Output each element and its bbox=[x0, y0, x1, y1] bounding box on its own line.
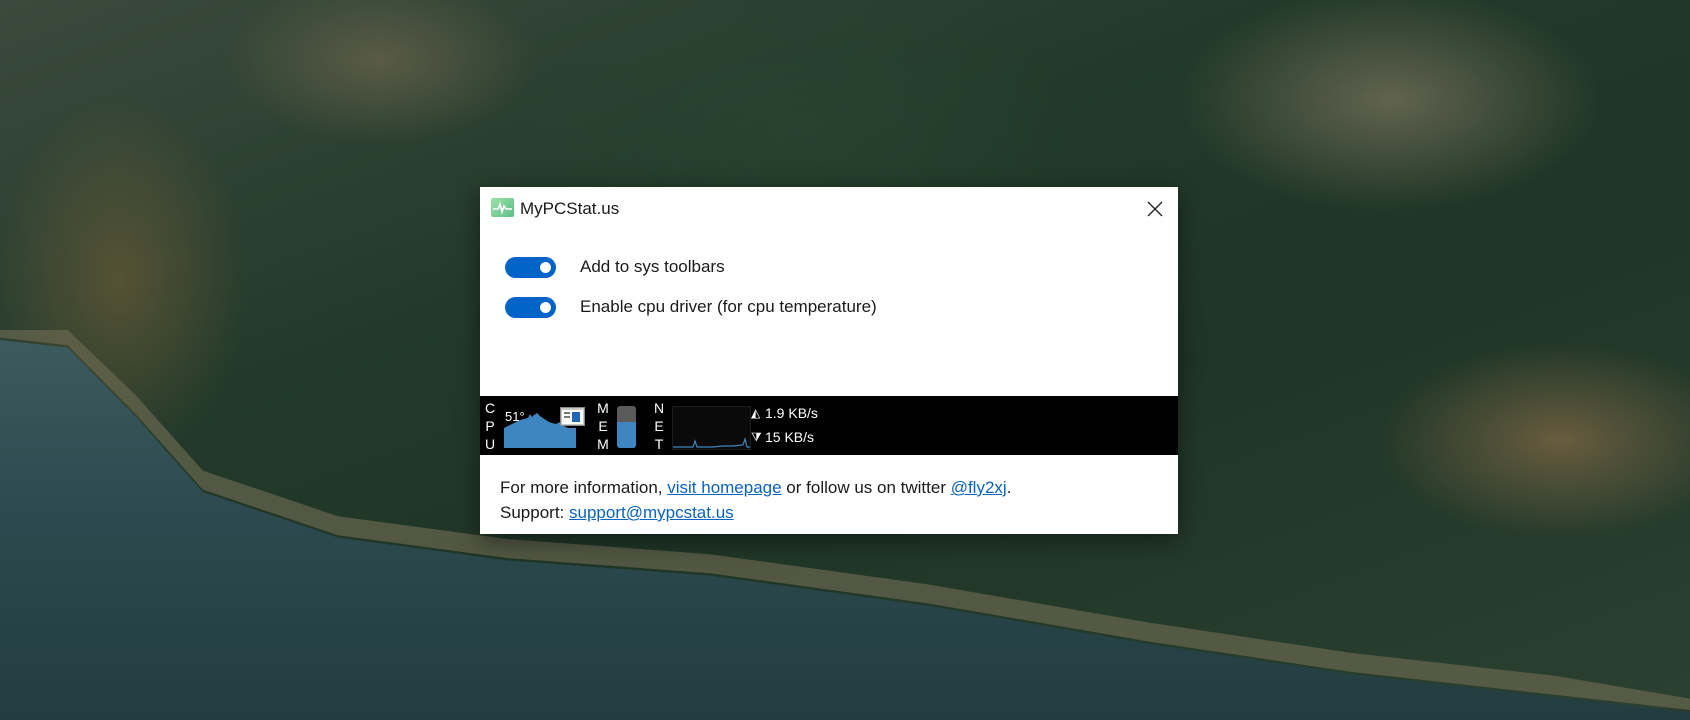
mem-letter: E bbox=[598, 418, 608, 434]
twitter-link[interactable]: @fly2xj bbox=[951, 478, 1007, 497]
cpu-driver-label: Enable cpu driver (for cpu temperature) bbox=[580, 297, 877, 316]
upload-arrow-icon: ◭ bbox=[751, 406, 761, 420]
support-line: Support: support@mypcstat.us bbox=[500, 500, 1011, 525]
net-letter: T bbox=[654, 436, 664, 452]
download-row: ⧩ 15 KB/s bbox=[751, 429, 814, 445]
toggle-knob bbox=[540, 261, 551, 273]
info-middle: or follow us on twitter bbox=[781, 478, 951, 497]
cpu-temperature-value: 51° bbox=[505, 409, 525, 424]
net-letter: E bbox=[654, 418, 664, 434]
download-speed: 15 KB/s bbox=[765, 429, 815, 445]
title-bar[interactable]: MyPCStat.us bbox=[480, 187, 1178, 231]
info-prefix: For more information, bbox=[500, 478, 668, 497]
option-sys-toolbars: Add to sys toolbars bbox=[505, 255, 725, 279]
settings-dialog: MyPCStat.us Add to sys toolbars Enable c… bbox=[480, 187, 1178, 534]
support-prefix: Support: bbox=[500, 503, 569, 522]
memory-usage-bar bbox=[617, 406, 636, 448]
memory-usage-fill bbox=[617, 421, 636, 448]
option-cpu-driver: Enable cpu driver (for cpu temperature) bbox=[505, 295, 877, 319]
cpu-letter: U bbox=[484, 436, 496, 452]
homepage-link[interactable]: visit homepage bbox=[667, 478, 781, 497]
download-arrow-icon: ⧩ bbox=[751, 429, 762, 444]
cpu-driver-toggle[interactable] bbox=[505, 296, 556, 318]
sys-toolbars-toggle[interactable] bbox=[505, 256, 556, 278]
upload-row: ◭ 1.9 KB/s bbox=[751, 405, 818, 421]
cpu-window-icon bbox=[560, 407, 585, 426]
upload-speed: 1.9 KB/s bbox=[765, 405, 818, 421]
close-button[interactable] bbox=[1132, 187, 1178, 231]
mem-letter: M bbox=[597, 400, 609, 416]
pulse-chart-icon bbox=[491, 198, 514, 217]
network-usage-graph bbox=[672, 406, 751, 450]
footer-info: For more information, visit homepage or … bbox=[500, 475, 1011, 525]
window-title: MyPCStat.us bbox=[520, 199, 620, 218]
mem-letter: M bbox=[597, 436, 609, 452]
info-suffix: . bbox=[1006, 478, 1012, 497]
close-icon bbox=[1147, 201, 1163, 217]
net-letter: N bbox=[653, 400, 665, 416]
sys-toolbars-label: Add to sys toolbars bbox=[580, 257, 725, 276]
cpu-letter: P bbox=[485, 418, 495, 434]
stat-toolbar-preview: C P U 51° M E M N E T ◭ 1.9 KB/s ⧩ 15 KB… bbox=[480, 396, 1178, 455]
cpu-letter: C bbox=[484, 400, 496, 416]
support-email-link[interactable]: support@mypcstat.us bbox=[569, 503, 734, 522]
info-line: For more information, visit homepage or … bbox=[500, 475, 1011, 500]
toggle-knob bbox=[540, 301, 551, 313]
